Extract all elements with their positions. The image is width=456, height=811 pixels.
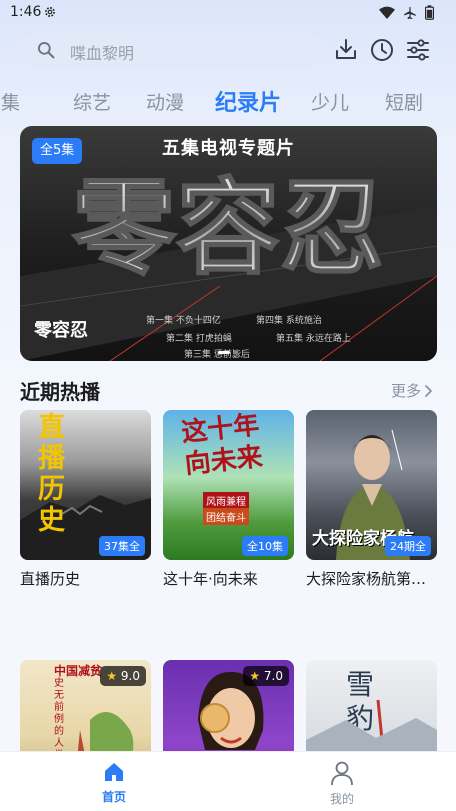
video-title: 这十年·向未来	[163, 570, 258, 588]
episode-line-1: 第一集 不负十四亿	[146, 316, 221, 326]
banner-page-indicator	[218, 351, 238, 354]
episode-count-badge: 37集全	[99, 536, 145, 556]
rating-value: 9.0	[120, 669, 140, 683]
bottom-navigation: 首页 我的	[0, 751, 456, 811]
status-bar: 1:46	[0, 0, 456, 26]
nav-home[interactable]: 首页	[84, 760, 144, 805]
category-tabs: 剧集 综艺 动漫 纪录片 少儿 短剧	[0, 84, 456, 118]
filter-sliders-icon[interactable]	[405, 37, 431, 63]
video-card[interactable]: 直播历史 37集全 直播历史	[20, 410, 151, 590]
video-poster: 这十年向未来 风雨兼程 团结奋斗 全10集	[163, 410, 294, 560]
page-dot	[233, 351, 238, 354]
poster-title-text: 直播历史	[38, 412, 65, 536]
featured-banner[interactable]: 全5集 五集电视专题片 零容忍 零容忍 第一集 不负十四亿 第二集 打虎拍蝇 第…	[20, 126, 437, 361]
tab-documentary[interactable]: 纪录片	[215, 85, 281, 117]
star-icon: ★	[249, 669, 261, 683]
home-icon	[105, 763, 123, 781]
more-link[interactable]: 更多	[391, 380, 432, 401]
profile-icon	[331, 761, 353, 786]
rating-badge: ★ 7.0	[243, 666, 289, 686]
page-dot	[218, 351, 230, 354]
wifi-icon	[379, 6, 395, 19]
status-icons	[379, 5, 434, 20]
video-card[interactable]: 中国减贫 史无前例的人类奇迹 ★ 9.0	[20, 660, 151, 751]
poster-title-text: 这十年向未来	[180, 410, 265, 481]
banner-title-art-text: 零容忍	[72, 167, 384, 282]
battery-icon	[425, 5, 434, 20]
section-title: 近期热播	[20, 380, 100, 404]
video-poster: 大探险家杨航 24期全	[306, 410, 437, 560]
poster-subtext-2: 团结奋斗	[203, 508, 249, 525]
rating-badge: ★ 9.0	[100, 666, 146, 686]
history-clock-icon[interactable]	[369, 37, 395, 63]
tab-variety[interactable]: 综艺	[73, 88, 111, 115]
video-poster: ★ 7.0	[163, 660, 294, 751]
poster-subtext-1: 风雨兼程	[203, 492, 249, 509]
video-poster: 中国减贫 史无前例的人类奇迹 ★ 9.0	[20, 660, 151, 751]
episode-line-2: 第二集 打虎拍蝇	[166, 334, 232, 344]
tab-series[interactable]: 剧集	[0, 88, 20, 115]
video-poster: 雪豹	[306, 660, 437, 751]
tab-short-drama[interactable]: 短剧	[385, 88, 423, 115]
video-title: 直播历史	[20, 570, 81, 588]
nav-mine[interactable]: 我的	[312, 760, 372, 807]
nav-home-label: 首页	[101, 790, 126, 804]
airplane-mode-icon	[404, 6, 416, 19]
search-icon	[38, 42, 55, 59]
banner-subtitle: 五集电视专题片	[162, 138, 295, 159]
search-input[interactable]: 喋血黎明	[20, 32, 324, 68]
poster-art	[306, 699, 437, 751]
video-card[interactable]: 大探险家杨航 24期全 大探险家杨航第…	[306, 410, 437, 590]
video-title: 大探险家杨航第…	[306, 570, 427, 588]
video-card[interactable]: 这十年向未来 风雨兼程 团结奋斗 全10集 这十年·向未来	[163, 410, 294, 590]
nav-mine-label: 我的	[329, 792, 354, 806]
download-icon[interactable]	[333, 37, 359, 63]
status-time: 1:46	[10, 4, 42, 20]
video-card[interactable]: ★ 7.0	[163, 660, 294, 751]
banner-title-art: 零容忍	[71, 166, 385, 282]
search-placeholder: 喋血黎明	[70, 44, 135, 63]
video-card[interactable]: 雪豹	[306, 660, 437, 751]
episode-count-badge: 24期全	[385, 536, 431, 556]
episode-count-badge: 全10集	[242, 536, 288, 556]
chevron-right-icon	[425, 384, 432, 397]
episode-line-4: 第四集 系统施治	[256, 316, 322, 326]
episode-line-5: 第五集 永远在路上	[276, 334, 351, 344]
star-icon: ★	[106, 669, 118, 683]
video-poster: 直播历史 37集全	[20, 410, 151, 560]
rating-value: 7.0	[263, 669, 283, 683]
tab-kids[interactable]: 少儿	[311, 88, 349, 115]
episode-line-3: 第三集 惩前毖后	[184, 350, 250, 360]
tab-anime[interactable]: 动漫	[146, 88, 184, 115]
settings-gear-icon	[45, 7, 55, 17]
banner-title: 零容忍	[34, 320, 88, 341]
more-label: 更多	[390, 382, 421, 400]
